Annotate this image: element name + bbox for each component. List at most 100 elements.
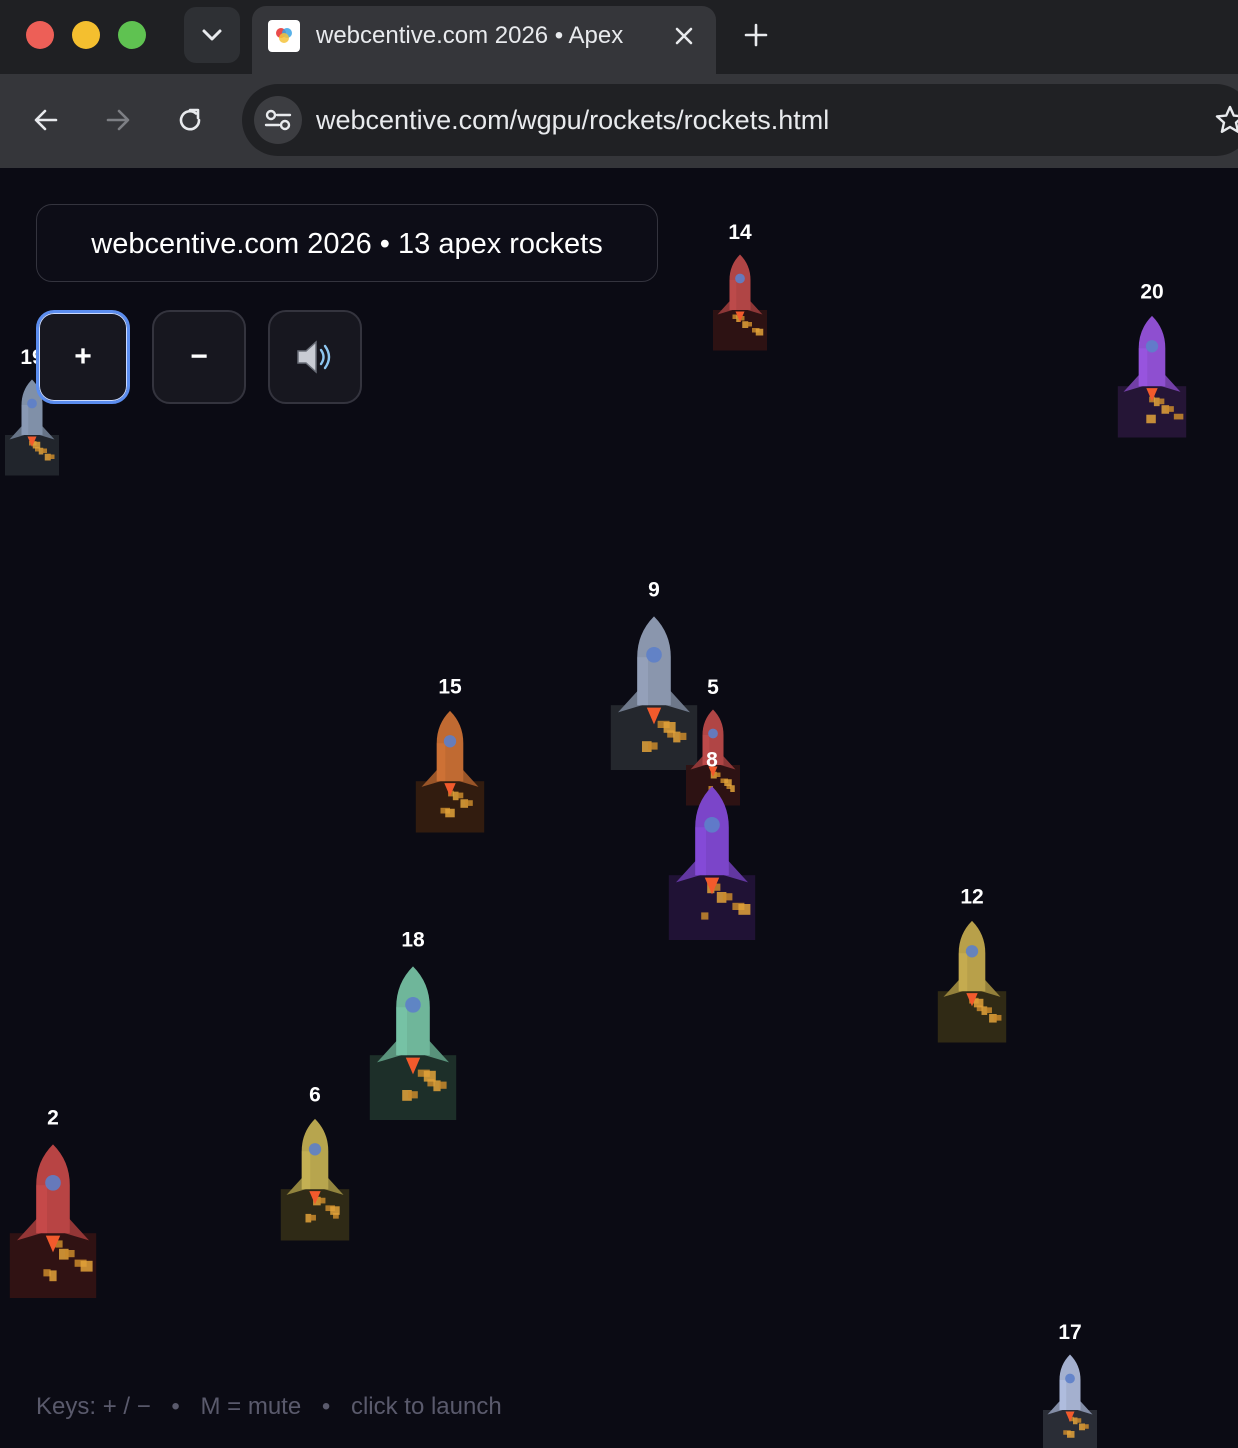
site-info-button[interactable] xyxy=(254,96,302,144)
rocket-highlight xyxy=(36,1185,47,1234)
rocket-window xyxy=(708,728,718,739)
rocket-highlight xyxy=(958,953,968,992)
rocket-6[interactable] xyxy=(280,1118,350,1241)
spark xyxy=(408,1091,418,1099)
spark xyxy=(973,998,984,1008)
rocket-label: 15 xyxy=(438,675,462,698)
rocket-window xyxy=(405,997,421,1013)
speaker-icon xyxy=(297,340,331,374)
rocket-label: 12 xyxy=(960,885,983,908)
spark xyxy=(48,454,55,459)
reload-icon xyxy=(179,108,201,131)
remove-rocket-button[interactable]: − xyxy=(152,310,246,404)
rocket-15[interactable] xyxy=(415,710,485,833)
reload-button[interactable] xyxy=(170,100,210,140)
rocket-17[interactable] xyxy=(1043,1354,1097,1448)
chevron-down-icon xyxy=(202,29,222,41)
spark xyxy=(724,779,732,786)
active-tab[interactable]: webcentive.com 2026 • Apex xyxy=(252,6,716,76)
rocket-window xyxy=(1145,340,1159,353)
arrow-right-icon xyxy=(106,109,130,131)
spark xyxy=(1082,1424,1089,1429)
webcentive-logo-icon xyxy=(276,28,292,43)
spark xyxy=(317,1197,326,1204)
rocket-12[interactable] xyxy=(937,920,1007,1043)
spark xyxy=(465,800,473,806)
rocket-window xyxy=(45,1175,61,1191)
rocket-label: 5 xyxy=(707,676,719,699)
spark xyxy=(679,732,687,740)
spark xyxy=(32,441,41,449)
maximize-window-button[interactable] xyxy=(118,21,146,49)
spark xyxy=(722,893,733,901)
rocket-highlight xyxy=(436,743,446,782)
address-bar[interactable]: webcentive.com/wgpu/rockets/rockets.html xyxy=(242,84,1238,156)
spark xyxy=(439,1081,447,1089)
rocket-18[interactable] xyxy=(369,966,457,1120)
spark xyxy=(445,808,455,818)
rocket-label: 6 xyxy=(309,1083,321,1106)
spark xyxy=(1067,1431,1075,1438)
spark xyxy=(663,722,676,733)
spark xyxy=(49,1270,57,1282)
rocket-window xyxy=(1065,1373,1075,1384)
plus-label: + xyxy=(74,340,92,373)
rocket-2[interactable] xyxy=(9,1144,97,1298)
spark xyxy=(1146,414,1156,424)
close-tab-button[interactable] xyxy=(670,22,698,50)
rocket-8[interactable] xyxy=(668,786,756,940)
new-tab-button[interactable] xyxy=(736,18,776,52)
close-window-button[interactable] xyxy=(26,21,54,49)
spark xyxy=(80,1260,93,1272)
arrow-left-icon xyxy=(34,109,58,131)
close-icon xyxy=(675,27,693,45)
spark xyxy=(42,448,47,453)
spark xyxy=(746,322,752,327)
spark xyxy=(1158,398,1165,405)
rocket-window xyxy=(443,735,457,748)
rocket-label: 2 xyxy=(47,1106,59,1129)
rocket-window xyxy=(646,647,662,663)
rocket-label: 17 xyxy=(1058,1321,1081,1344)
spark xyxy=(1173,413,1184,420)
rocket-canvas[interactable]: 14 20 19 9 5 8 15 12 18 6 2 17 webcentive.com 2026 … xyxy=(0,168,1238,1448)
minus-label: − xyxy=(190,340,208,373)
rocket-label: 9 xyxy=(648,578,660,601)
rocket-highlight xyxy=(1059,1380,1067,1410)
rocket-window xyxy=(735,273,745,284)
rocket-14[interactable] xyxy=(713,254,767,351)
spark xyxy=(993,1014,1002,1021)
spark xyxy=(701,912,709,920)
tab-search-button[interactable] xyxy=(184,7,240,63)
add-rocket-button[interactable]: + xyxy=(36,310,130,404)
back-button[interactable] xyxy=(26,100,66,140)
bookmark-button[interactable] xyxy=(1210,100,1238,140)
spark xyxy=(738,904,751,915)
hint-keys: Keys: + / − xyxy=(36,1393,151,1420)
hint-separator: • xyxy=(321,1393,331,1420)
spark xyxy=(310,1214,316,1221)
minimize-window-button[interactable] xyxy=(72,21,100,49)
spark xyxy=(65,1250,75,1258)
rocket-20[interactable] xyxy=(1117,315,1187,438)
spark xyxy=(714,772,721,777)
tab-title: webcentive.com 2026 • Apex xyxy=(316,22,624,49)
spark xyxy=(330,1206,340,1215)
spark xyxy=(457,792,464,799)
spark xyxy=(648,742,658,750)
rocket-highlight xyxy=(637,657,648,706)
url-text[interactable]: webcentive.com/wgpu/rockets/rockets.html xyxy=(316,102,829,138)
rocket-highlight xyxy=(695,827,706,876)
mute-button[interactable] xyxy=(268,310,362,404)
rocket-9[interactable] xyxy=(610,616,698,770)
spark xyxy=(1076,1418,1082,1423)
forward-button[interactable] xyxy=(98,100,138,140)
hint-mute: M = mute xyxy=(200,1393,302,1420)
rocket-highlight xyxy=(729,280,737,310)
browser-toolbar: webcentive.com/wgpu/rockets/rockets.html xyxy=(0,74,1238,169)
rocket-highlight xyxy=(21,405,29,435)
plus-icon xyxy=(744,23,768,47)
tune-icon xyxy=(264,109,292,131)
rocket-window xyxy=(308,1143,322,1156)
rocket-label: 8 xyxy=(706,748,718,771)
